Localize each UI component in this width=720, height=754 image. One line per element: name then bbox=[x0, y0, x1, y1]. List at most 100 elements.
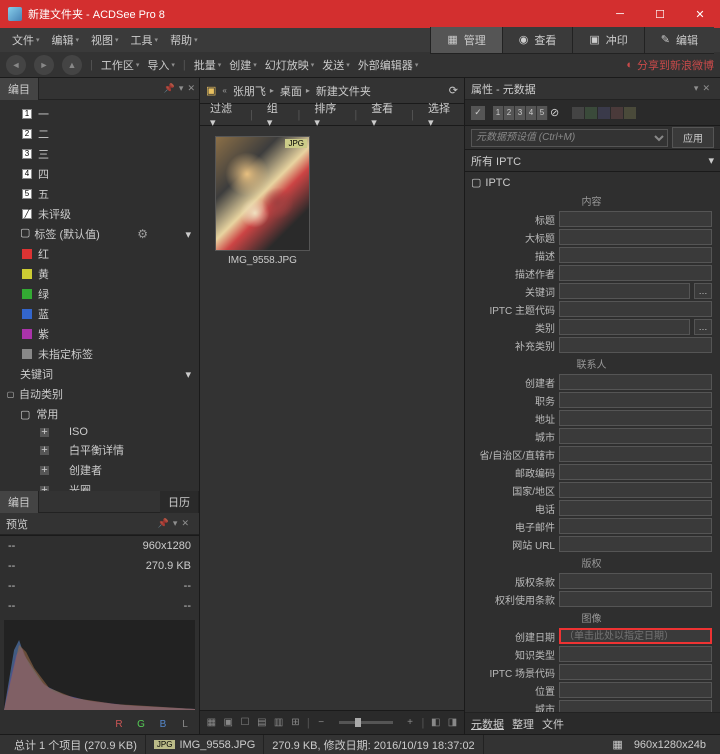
cb-icon[interactable]: ⊞ bbox=[290, 715, 301, 731]
category-input[interactable] bbox=[559, 319, 690, 335]
copyright-input[interactable] bbox=[559, 573, 712, 589]
histo-l-icon[interactable]: L bbox=[177, 716, 193, 732]
fb-group[interactable]: 组 ▾ bbox=[267, 100, 284, 129]
apply-button[interactable]: 应用 bbox=[672, 127, 714, 148]
cb-icon[interactable]: ▤ bbox=[256, 715, 267, 731]
props-close-icon[interactable]: ✕ bbox=[702, 83, 710, 94]
panel-close-icon[interactable]: ✕ bbox=[187, 83, 195, 94]
label-item[interactable]: 红 bbox=[0, 244, 199, 264]
crumb-0[interactable]: 张朋飞▸ bbox=[233, 83, 274, 99]
country-input[interactable] bbox=[559, 482, 712, 498]
desc-input[interactable] bbox=[559, 247, 712, 263]
rating-3[interactable]: 3三 bbox=[0, 144, 199, 164]
rating-1[interactable]: 1一 bbox=[0, 104, 199, 124]
keywords-input[interactable] bbox=[559, 283, 690, 299]
address-input[interactable] bbox=[559, 410, 712, 426]
headline-input[interactable] bbox=[559, 229, 712, 245]
histo-r-icon[interactable]: R bbox=[111, 716, 127, 732]
keywords-more[interactable]: … bbox=[694, 283, 712, 299]
thumbnail[interactable]: JPG IMG_9558.JPG bbox=[210, 136, 315, 270]
preview-pin-icon[interactable]: 📌 bbox=[158, 518, 169, 529]
fb-filter[interactable]: 过滤 ▾ bbox=[210, 100, 236, 129]
nav-back[interactable]: ◄ bbox=[6, 55, 26, 75]
tb-workspace[interactable]: 工作区▾ bbox=[101, 57, 140, 73]
cat-item[interactable]: +创建者 bbox=[0, 460, 199, 480]
lefttab-catalog[interactable]: 编目 bbox=[0, 78, 39, 100]
histo-b-icon[interactable]: B bbox=[155, 716, 171, 732]
label-item[interactable]: 绿 bbox=[0, 284, 199, 304]
tb-weibo[interactable]: ◐分享到新浪微博 bbox=[626, 57, 714, 73]
panel-pin-icon[interactable]: 📌 bbox=[164, 83, 175, 94]
menu-tools[interactable]: 工具▾ bbox=[125, 29, 165, 51]
creator-input[interactable] bbox=[559, 374, 712, 390]
tb-create[interactable]: 创建▾ bbox=[229, 57, 257, 73]
nav-fwd[interactable]: ► bbox=[34, 55, 54, 75]
datecreated-input[interactable] bbox=[559, 628, 712, 644]
rtab-organize[interactable]: 整理 bbox=[512, 716, 534, 732]
tb-batch[interactable]: 批量▾ bbox=[194, 57, 222, 73]
color-labels[interactable] bbox=[572, 107, 636, 119]
supcat-input[interactable] bbox=[559, 337, 712, 353]
scenecode-input[interactable] bbox=[559, 664, 712, 680]
cat-item[interactable]: +白平衡详情 bbox=[0, 440, 199, 460]
location-input[interactable] bbox=[559, 682, 712, 698]
maximize-button[interactable]: ☐ bbox=[640, 0, 680, 28]
crumb-2[interactable]: 新建文件夹 bbox=[316, 83, 371, 99]
mode-view[interactable]: ◉查看 bbox=[502, 27, 573, 53]
label-item[interactable]: 未指定标签 bbox=[0, 344, 199, 364]
label-item[interactable]: 黄 bbox=[0, 264, 199, 284]
preview-menu-icon[interactable]: ▾ bbox=[173, 518, 178, 529]
label-item[interactable]: 紫 bbox=[0, 324, 199, 344]
keywords-header[interactable]: 关键词 bbox=[20, 366, 53, 382]
nav-up[interactable]: ▲ bbox=[62, 55, 82, 75]
category-more[interactable]: … bbox=[694, 319, 712, 335]
common-cat[interactable]: 常用 bbox=[36, 406, 58, 422]
zoom-out-icon[interactable]: − bbox=[316, 715, 327, 731]
mode-develop[interactable]: ▣冲印 bbox=[572, 27, 643, 53]
tb-import[interactable]: 导入▾ bbox=[147, 57, 175, 73]
close-button[interactable]: ✕ bbox=[680, 0, 720, 28]
rating-picker[interactable]: 12345 bbox=[493, 106, 548, 120]
refresh-icon[interactable]: ⟳ bbox=[449, 84, 458, 97]
cb-icon[interactable]: ☐ bbox=[240, 715, 251, 731]
fb-select[interactable]: 选择 ▾ bbox=[428, 100, 454, 129]
zoom-slider[interactable] bbox=[339, 721, 393, 724]
tb-send[interactable]: 发送▾ bbox=[322, 57, 350, 73]
rating-5[interactable]: 5五 bbox=[0, 184, 199, 204]
descwriter-input[interactable] bbox=[559, 265, 712, 281]
tag-checkbox[interactable]: ✓ bbox=[471, 106, 485, 120]
url-input[interactable] bbox=[559, 536, 712, 552]
iptc-filter[interactable]: 所有 IPTC bbox=[471, 153, 521, 169]
rtab-file[interactable]: 文件 bbox=[542, 716, 564, 732]
cb-icon[interactable]: ▣ bbox=[223, 715, 234, 731]
jobtitle-input[interactable] bbox=[559, 392, 712, 408]
rtab-meta[interactable]: 元数据 bbox=[471, 716, 504, 732]
fb-view[interactable]: 查看 ▾ bbox=[371, 100, 397, 129]
title-input[interactable] bbox=[559, 211, 712, 227]
labels-gear-icon[interactable]: ⚙ bbox=[137, 227, 148, 241]
menu-view[interactable]: 视图▾ bbox=[85, 29, 125, 51]
menu-file[interactable]: 文件▾ bbox=[6, 29, 46, 51]
phone-input[interactable] bbox=[559, 500, 712, 516]
usage-input[interactable] bbox=[559, 591, 712, 607]
city2-input[interactable] bbox=[559, 700, 712, 712]
mode-edit[interactable]: ✎编辑 bbox=[644, 27, 714, 53]
cb-icon[interactable]: ◧ bbox=[430, 715, 441, 731]
preset-select[interactable]: 元数据预设值 (Ctrl+M) bbox=[471, 129, 668, 147]
city-input[interactable] bbox=[559, 428, 712, 444]
histo-g-icon[interactable]: G bbox=[133, 716, 149, 732]
preview-close-icon[interactable]: ✕ bbox=[181, 518, 189, 529]
cb-icon[interactable]: ◨ bbox=[447, 715, 458, 731]
email-input[interactable] bbox=[559, 518, 712, 534]
mode-manage[interactable]: ▦管理 bbox=[430, 27, 501, 53]
tb-slideshow[interactable]: 幻灯放映▾ bbox=[265, 57, 315, 73]
tb-exteditor[interactable]: 外部编辑器▾ bbox=[358, 57, 419, 73]
rating-2[interactable]: 2二 bbox=[0, 124, 199, 144]
cb-icon[interactable]: ▦ bbox=[206, 715, 217, 731]
panel-menu-icon[interactable]: ▾ bbox=[179, 83, 184, 94]
no-label-icon[interactable]: ⊘ bbox=[550, 106, 566, 119]
menu-edit[interactable]: 编辑▾ bbox=[46, 29, 86, 51]
intgenre-input[interactable] bbox=[559, 646, 712, 662]
iptc-section[interactable]: IPTC bbox=[485, 177, 510, 189]
rating-6[interactable]: ╱未评级 bbox=[0, 204, 199, 224]
